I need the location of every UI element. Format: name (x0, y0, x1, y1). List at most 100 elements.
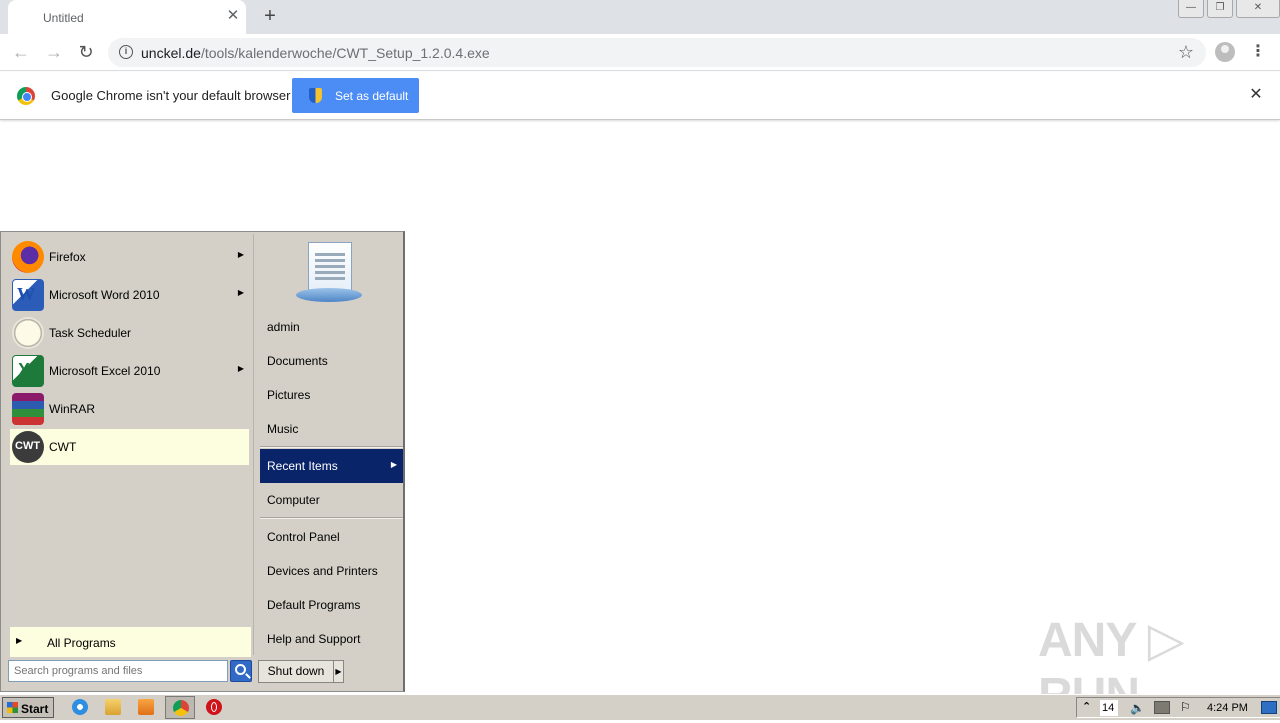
submenu-arrow-icon: ▶ (237, 364, 244, 373)
action-center-flag-icon[interactable]: ⚐ (1180, 700, 1191, 714)
new-tab-button[interactable]: + (260, 6, 280, 26)
start-menu-programs-pane: Firefox ▶ Microsoft Word 2010 ▶ Task Sch… (3, 234, 254, 657)
chrome-logo-icon (17, 87, 35, 105)
program-item-excel[interactable]: Microsoft Excel 2010 ▶ (10, 353, 249, 389)
place-item-music[interactable]: Music (260, 412, 403, 446)
tab-title: Untitled (43, 11, 84, 25)
clock[interactable]: 4:24 PM (1207, 702, 1248, 714)
program-item-winrar[interactable]: WinRAR (10, 391, 249, 427)
url-host: unckel.de (141, 45, 201, 61)
set-as-default-label: Set as default (335, 89, 409, 103)
place-item-devices-printers[interactable]: Devices and Printers (260, 554, 403, 588)
program-item-word[interactable]: Microsoft Word 2010 ▶ (10, 277, 249, 313)
start-menu-places-pane: admin Documents Pictures Music Recent It… (256, 234, 403, 689)
shut-down-button[interactable]: Shut down (258, 660, 334, 683)
winrar-icon (12, 393, 44, 425)
document-base-shape (296, 288, 362, 302)
places-separator (260, 446, 403, 448)
program-label: WinRAR (49, 402, 96, 416)
search-button[interactable] (230, 660, 252, 682)
tray-number-badge[interactable]: 14 (1100, 700, 1118, 716)
file-explorer-icon[interactable] (105, 699, 121, 715)
start-button[interactable]: Start (2, 697, 54, 718)
place-label: Devices and Printers (267, 564, 378, 578)
program-label: Task Scheduler (49, 326, 132, 340)
place-label: Default Programs (267, 598, 361, 612)
place-label: Control Panel (267, 530, 340, 544)
url-path: /tools/kalenderwoche/CWT_Setup_1.2.0.4.e… (200, 45, 490, 61)
bookmark-star-icon[interactable]: ☆ (1178, 42, 1194, 63)
back-button[interactable]: ← (10, 42, 32, 64)
show-desktop-icon[interactable] (1261, 701, 1277, 714)
infobar-close-icon[interactable]: ✕ (1248, 87, 1264, 103)
start-search-row (3, 657, 254, 687)
site-info-icon[interactable]: i (119, 45, 133, 59)
start-menu: Firefox ▶ Microsoft Word 2010 ▶ Task Sch… (0, 231, 405, 692)
place-item-default-programs[interactable]: Default Programs (260, 588, 403, 622)
places-separator (260, 517, 403, 519)
place-item-recent-items[interactable]: Recent Items ▶ (260, 449, 403, 483)
default-browser-infobar: Google Chrome isn't your default browser… (0, 72, 1280, 120)
start-label: Start (21, 702, 49, 716)
browser-tab[interactable]: Untitled ✕ (8, 0, 246, 34)
set-as-default-button[interactable]: Set as default (292, 78, 419, 113)
all-programs-button[interactable]: ▶ All Programs (10, 627, 251, 657)
place-item-documents[interactable]: Documents (260, 344, 403, 378)
excel-icon (12, 355, 44, 387)
taskbar: Start ⌃ 14 🔈 ⚐ 4:24 PM (0, 694, 1280, 720)
place-label: Recent Items (267, 459, 338, 473)
address-bar[interactable]: i unckel.de/tools/kalenderwoche/CWT_Setu… (108, 38, 1206, 67)
internet-explorer-icon[interactable] (72, 699, 88, 715)
task-scheduler-icon (12, 317, 44, 349)
program-item-task-scheduler[interactable]: Task Scheduler (10, 315, 249, 351)
url-text[interactable]: unckel.de/tools/kalenderwoche/CWT_Setup_… (141, 45, 490, 61)
program-item-firefox[interactable]: Firefox ▶ (10, 239, 249, 275)
media-player-icon[interactable] (138, 699, 154, 715)
program-label: CWT (49, 440, 77, 454)
chrome-menu-icon[interactable]: ⋮ (1250, 41, 1266, 63)
restore-button[interactable]: ❐ (1207, 0, 1233, 18)
opera-icon[interactable] (206, 699, 222, 715)
all-programs-arrow-icon: ▶ (16, 636, 23, 645)
close-window-button[interactable]: ✕ (1236, 0, 1280, 18)
tab-close-icon[interactable]: ✕ (225, 8, 241, 24)
uac-shield-icon (309, 88, 322, 103)
word-icon (12, 279, 44, 311)
place-item-pictures[interactable]: Pictures (260, 378, 403, 412)
search-icon (235, 664, 246, 675)
firefox-icon (12, 241, 44, 273)
place-item-computer[interactable]: Computer (260, 483, 403, 517)
chrome-icon (173, 700, 189, 716)
submenu-arrow-icon: ▶ (237, 288, 244, 297)
profile-avatar-icon[interactable] (1215, 42, 1235, 62)
user-picture[interactable] (296, 242, 366, 304)
show-hidden-icons-icon[interactable]: ⌃ (1082, 700, 1091, 713)
submenu-arrow-icon: ▶ (390, 460, 397, 469)
place-label: Music (267, 422, 299, 436)
shut-down-options-button[interactable]: ▶ (333, 660, 344, 683)
system-tray: ⌃ 14 🔈 ⚐ 4:24 PM (1076, 697, 1280, 718)
search-programs-input[interactable] (8, 660, 228, 682)
place-label: admin (267, 320, 300, 334)
forward-button[interactable]: → (43, 42, 65, 64)
browser-toolbar: ← → ↻ i unckel.de/tools/kalenderwoche/CW… (0, 34, 1280, 71)
minimize-button[interactable]: — (1178, 0, 1204, 18)
taskbar-chrome-button[interactable] (165, 696, 195, 719)
place-label: Documents (267, 354, 328, 368)
network-icon[interactable] (1154, 701, 1170, 714)
program-label: Microsoft Word 2010 (49, 288, 160, 302)
place-item-control-panel[interactable]: Control Panel (260, 520, 403, 554)
cwt-icon (12, 431, 44, 463)
program-label: Firefox (49, 250, 86, 264)
place-label: Computer (267, 493, 320, 507)
program-label: Microsoft Excel 2010 (49, 364, 161, 378)
place-item-admin[interactable]: admin (260, 310, 403, 344)
tab-strip: Untitled ✕ + — ❐ ✕ (0, 0, 1280, 34)
volume-icon[interactable]: 🔈 (1130, 701, 1145, 715)
submenu-arrow-icon: ▶ (237, 250, 244, 259)
place-item-help-support[interactable]: Help and Support (260, 622, 403, 656)
reload-button[interactable]: ↻ (75, 42, 97, 64)
program-item-cwt[interactable]: CWT (10, 429, 249, 465)
window-controls: — ❐ ✕ (1175, 0, 1280, 18)
windows-flag-icon (7, 702, 18, 713)
